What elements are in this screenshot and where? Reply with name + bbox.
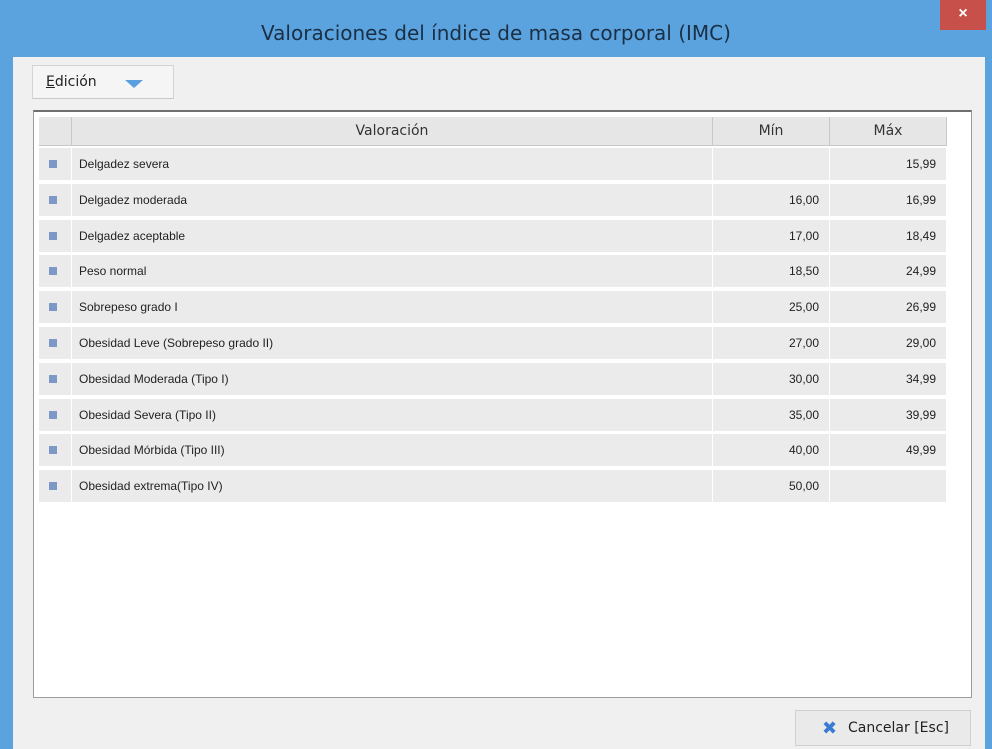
cell-max[interactable]: 24,99: [830, 255, 946, 287]
close-x-icon: ✖: [822, 718, 838, 739]
row-marker-icon: [49, 446, 57, 454]
row-indicator[interactable]: [39, 220, 71, 252]
cell-valoracion[interactable]: Delgadez aceptable: [72, 220, 712, 252]
cell-min[interactable]: 40,00: [713, 434, 829, 466]
row-indicator[interactable]: [39, 399, 71, 431]
column-header-valoracion[interactable]: Valoración: [72, 117, 713, 146]
cell-valoracion[interactable]: Delgadez severa: [72, 148, 712, 180]
table-row[interactable]: Sobrepeso grado I 25,00 26,99: [39, 291, 949, 323]
cell-min[interactable]: 30,00: [713, 363, 829, 395]
cell-max[interactable]: 26,99: [830, 291, 946, 323]
cell-valoracion[interactable]: Obesidad Moderada (Tipo I): [72, 363, 712, 395]
chevron-down-icon: [125, 80, 143, 88]
table-row[interactable]: Delgadez severa 15,99: [39, 148, 949, 180]
cell-min[interactable]: 18,50: [713, 255, 829, 287]
cell-min[interactable]: [713, 148, 829, 180]
table-row[interactable]: Peso normal 18,50 24,99: [39, 255, 949, 287]
cell-max[interactable]: 39,99: [830, 399, 946, 431]
column-header-min[interactable]: Mín: [713, 117, 830, 146]
cell-min[interactable]: 17,00: [713, 220, 829, 252]
cell-valoracion[interactable]: Obesidad Severa (Tipo II): [72, 399, 712, 431]
cell-max[interactable]: 34,99: [830, 363, 946, 395]
row-indicator[interactable]: [39, 255, 71, 287]
cell-valoracion[interactable]: Peso normal: [72, 255, 712, 287]
cell-valoracion[interactable]: Sobrepeso grado I: [72, 291, 712, 323]
ratings-grid[interactable]: Valoración Mín Máx Delgadez severa 15,99 D…: [33, 110, 972, 698]
table-row[interactable]: Obesidad Severa (Tipo II) 35,00 39,99: [39, 399, 949, 431]
row-marker-icon: [49, 482, 57, 490]
row-indicator[interactable]: [39, 363, 71, 395]
row-marker-icon: [49, 411, 57, 419]
cell-valoracion[interactable]: Obesidad extrema(Tipo IV): [72, 470, 712, 502]
cell-max[interactable]: 16,99: [830, 184, 946, 216]
row-marker-icon: [49, 375, 57, 383]
table-row[interactable]: Delgadez moderada 16,00 16,99: [39, 184, 949, 216]
table-row[interactable]: Obesidad extrema(Tipo IV) 50,00: [39, 470, 949, 502]
column-header-indicator: [39, 117, 72, 146]
cell-max[interactable]: 15,99: [830, 148, 946, 180]
cell-valoracion[interactable]: Obesidad Leve (Sobrepeso grado II): [72, 327, 712, 359]
row-marker-icon: [49, 196, 57, 204]
table-row[interactable]: Obesidad Mórbida (Tipo III) 40,00 49,99: [39, 434, 949, 466]
dialog-window: Valoraciones del índice de masa corporal…: [0, 0, 992, 749]
edit-menu-label: Edición: [46, 74, 97, 90]
cell-max[interactable]: [830, 470, 946, 502]
cell-min[interactable]: 25,00: [713, 291, 829, 323]
row-indicator[interactable]: [39, 470, 71, 502]
close-button[interactable]: ×: [940, 0, 986, 30]
column-header-max[interactable]: Máx: [830, 117, 947, 146]
cell-valoracion[interactable]: Delgadez moderada: [72, 184, 712, 216]
row-indicator[interactable]: [39, 434, 71, 466]
row-indicator[interactable]: [39, 148, 71, 180]
cell-min[interactable]: 50,00: [713, 470, 829, 502]
dialog-body: Edición Valoración Mín Máx Delgadez seve…: [13, 57, 985, 749]
table-row[interactable]: Delgadez aceptable 17,00 18,49: [39, 220, 949, 252]
row-indicator[interactable]: [39, 184, 71, 216]
cell-valoracion[interactable]: Obesidad Mórbida (Tipo III): [72, 434, 712, 466]
cell-min[interactable]: 35,00: [713, 399, 829, 431]
close-icon: ×: [958, 5, 968, 22]
edit-menu-button[interactable]: Edición: [32, 65, 174, 99]
title-bar[interactable]: Valoraciones del índice de masa corporal…: [0, 0, 992, 57]
cancel-button-label: Cancelar [Esc]: [848, 720, 949, 736]
cell-max[interactable]: 29,00: [830, 327, 946, 359]
cell-min[interactable]: 16,00: [713, 184, 829, 216]
row-marker-icon: [49, 339, 57, 347]
row-indicator[interactable]: [39, 327, 71, 359]
cancel-button[interactable]: ✖ Cancelar [Esc]: [795, 710, 971, 746]
row-marker-icon: [49, 303, 57, 311]
cell-min[interactable]: 27,00: [713, 327, 829, 359]
row-marker-icon: [49, 160, 57, 168]
table-row[interactable]: Obesidad Moderada (Tipo I) 30,00 34,99: [39, 363, 949, 395]
row-indicator[interactable]: [39, 291, 71, 323]
table-row[interactable]: Obesidad Leve (Sobrepeso grado II) 27,00 2…: [39, 327, 949, 359]
cell-max[interactable]: 49,99: [830, 434, 946, 466]
window-title: Valoraciones del índice de masa corporal…: [261, 21, 731, 45]
row-marker-icon: [49, 232, 57, 240]
cell-max[interactable]: 18,49: [830, 220, 946, 252]
row-marker-icon: [49, 267, 57, 275]
